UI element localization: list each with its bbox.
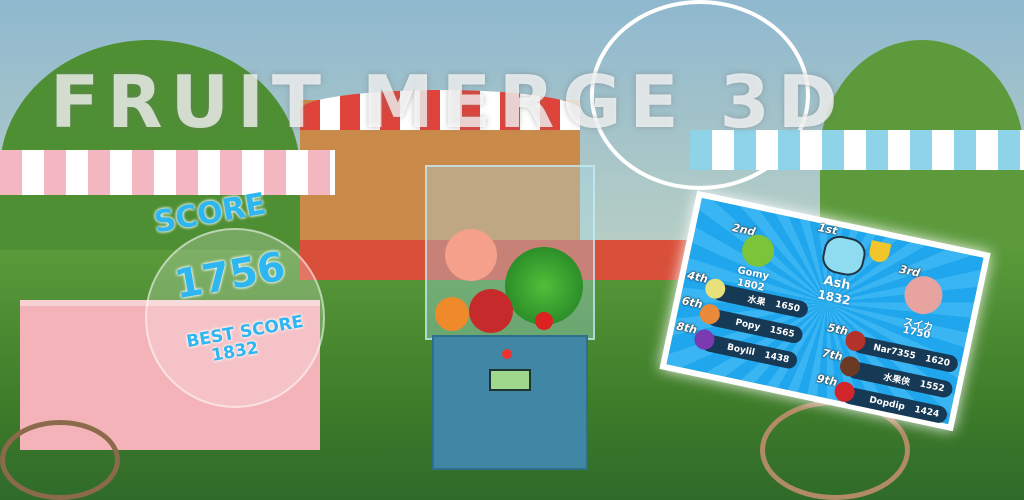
arcade-machine — [432, 335, 588, 470]
peach-icon — [900, 272, 946, 318]
player-score-5: 1620 — [924, 353, 951, 369]
cat-icon — [819, 232, 869, 279]
trophy-icon — [867, 240, 892, 264]
player-name-7: 水果侠 — [882, 372, 911, 389]
orange-fruit — [435, 297, 469, 331]
machine-screen — [489, 369, 531, 391]
player-score-6: 1565 — [768, 324, 796, 340]
apple-fruit — [469, 289, 513, 333]
player-score-9: 1424 — [913, 404, 941, 420]
game-title: FRUIT MERGE 3D — [50, 60, 846, 144]
pink-stall-roof — [0, 150, 335, 195]
player-name-9: Dopdip — [868, 394, 906, 413]
cherry-fruit — [535, 312, 553, 330]
cart-wheel — [0, 420, 120, 500]
player-score-8: 1438 — [763, 349, 791, 365]
player-score-4: 1650 — [774, 299, 801, 315]
player-name-8: Boylil — [726, 342, 756, 358]
player-score-7: 1552 — [918, 378, 946, 394]
peach-fruit — [445, 229, 497, 281]
glass-display-case — [425, 165, 595, 340]
player-name-5: Nar7355 — [872, 342, 917, 362]
player-name-4: 水果 — [746, 294, 767, 309]
melon-icon — [739, 231, 778, 270]
red-button — [502, 349, 512, 359]
player-name-6: Popy — [734, 317, 762, 333]
